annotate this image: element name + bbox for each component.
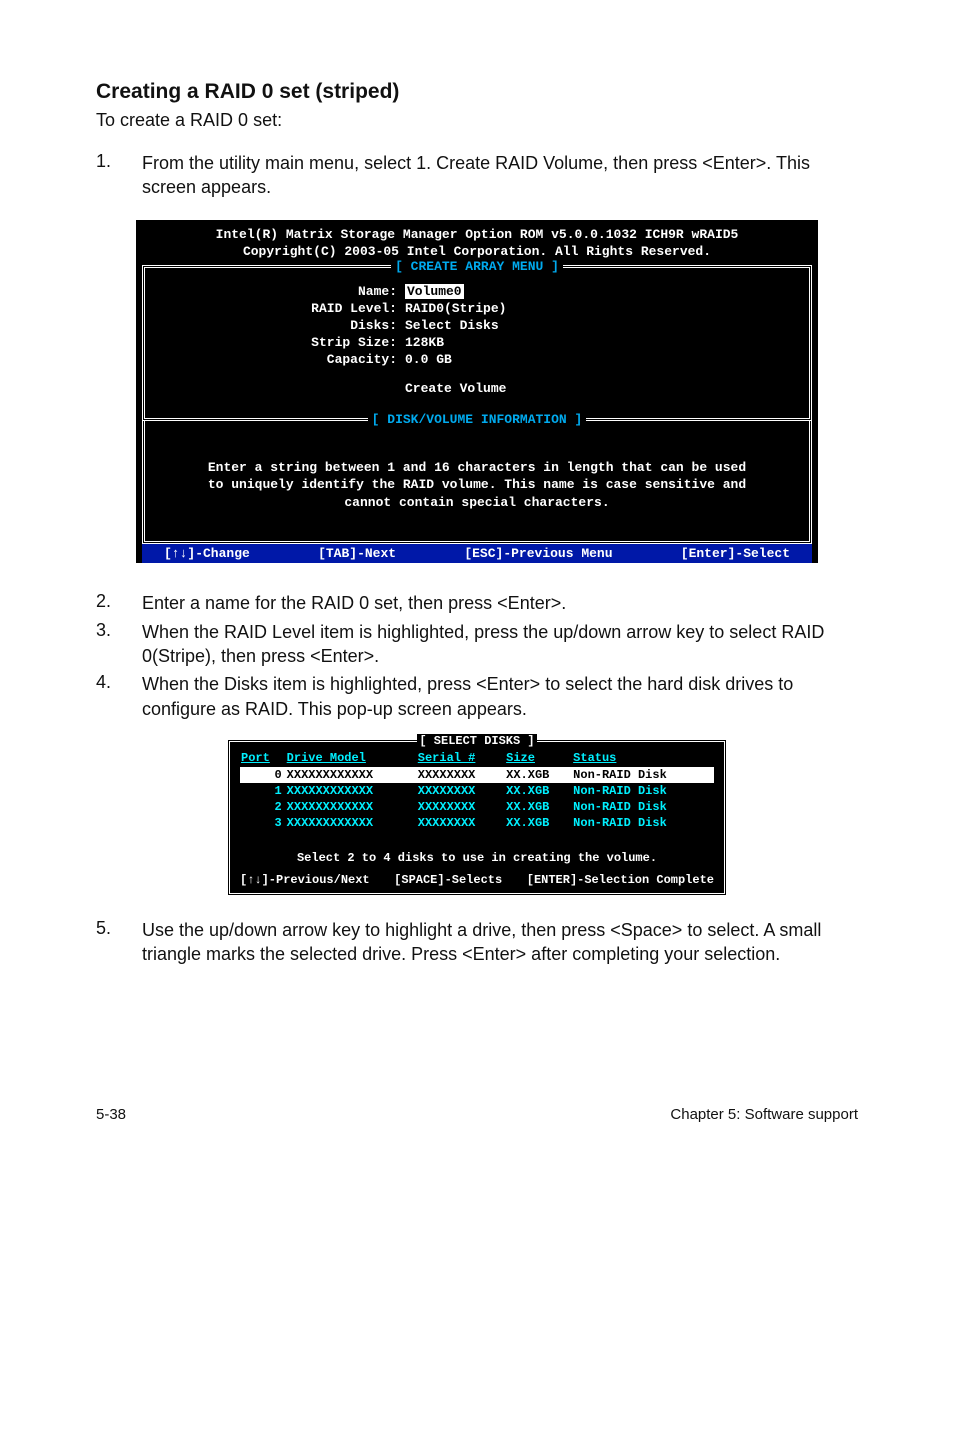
step-number: 2. xyxy=(96,591,142,615)
create-array-panel: [ CREATE ARRAY MENU ] Name: Volume0 RAID… xyxy=(142,265,812,421)
disk-row: 1 XXXXXXXXXXXX XXXXXXXX XX.XGB Non-RAID … xyxy=(240,783,714,799)
step-4: 4. When the Disks item is highlighted, p… xyxy=(96,672,858,721)
section-heading: Creating a RAID 0 set (striped) xyxy=(96,80,858,104)
step-text: Enter a name for the RAID 0 set, then pr… xyxy=(142,591,858,615)
select-disks-footer: [↑↓]-Previous/Next [SPACE]-Selects [ENTE… xyxy=(240,873,714,889)
cell-model: XXXXXXXXXXXX xyxy=(286,799,417,815)
chapter-label: Chapter 5: Software support xyxy=(670,1106,858,1123)
cell-status: Non-RAID Disk xyxy=(572,815,714,831)
label-capacity: Capacity: xyxy=(145,352,405,367)
col-size: Size xyxy=(505,750,572,767)
col-port: Port xyxy=(240,750,286,767)
section-intro: To create a RAID 0 set: xyxy=(96,110,858,131)
cell-size: XX.XGB xyxy=(505,783,572,799)
footer-key-change: [↑↓]-Change xyxy=(164,546,250,561)
cell-size: XX.XGB xyxy=(505,815,572,831)
col-status: Status xyxy=(572,750,714,767)
value-name: Volume0 xyxy=(405,284,464,299)
cell-size: XX.XGB xyxy=(505,767,572,783)
panel-title: [ SELECT DISKS ] xyxy=(417,734,536,748)
footer-key-space: [SPACE]-Selects xyxy=(394,873,502,887)
disk-volume-info-panel: [ DISK/VOLUME INFORMATION ] Enter a stri… xyxy=(142,421,812,545)
col-serial: Serial # xyxy=(417,750,505,767)
info-line: to uniquely identify the RAID volume. Th… xyxy=(155,476,799,494)
bios-select-disks-screenshot: [ SELECT DISKS ] Port Drive Model Serial… xyxy=(227,739,727,896)
cell-serial: XXXXXXXX xyxy=(417,815,505,831)
col-model: Drive Model xyxy=(286,750,417,767)
step-number: 3. xyxy=(96,620,142,669)
step-number: 5. xyxy=(96,918,142,967)
cell-status: Non-RAID Disk xyxy=(572,767,714,783)
value-strip-size: 128KB xyxy=(405,335,785,350)
footer-key-prev: [↑↓]-Previous/Next xyxy=(240,873,370,887)
cell-port: 1 xyxy=(240,783,286,799)
cell-serial: XXXXXXXX xyxy=(417,767,505,783)
cell-model: XXXXXXXXXXXX xyxy=(286,783,417,799)
info-line: cannot contain special characters. xyxy=(155,494,799,512)
value-raid-level: RAID0(Stripe) xyxy=(405,301,785,316)
disk-row-selected: 0 XXXXXXXXXXXX XXXXXXXX XX.XGB Non-RAID … xyxy=(240,767,714,783)
cell-model: XXXXXXXXXXXX xyxy=(286,767,417,783)
cell-status: Non-RAID Disk xyxy=(572,783,714,799)
footer-key-tab: [TAB]-Next xyxy=(318,546,396,561)
step-2: 2. Enter a name for the RAID 0 set, then… xyxy=(96,591,858,615)
panel-title: [ CREATE ARRAY MENU ] xyxy=(391,259,563,274)
label-strip-size: Strip Size: xyxy=(145,335,405,350)
cell-serial: XXXXXXXX xyxy=(417,799,505,815)
footer-key-esc: [ESC]-Previous Menu xyxy=(464,546,612,561)
step-text: When the RAID Level item is highlighted,… xyxy=(142,620,858,669)
bios-create-array-screenshot: Intel(R) Matrix Storage Manager Option R… xyxy=(136,220,818,564)
cell-status: Non-RAID Disk xyxy=(572,799,714,815)
cell-serial: XXXXXXXX xyxy=(417,783,505,799)
footer-key-enter: [Enter]-Select xyxy=(681,546,790,561)
select-disks-note: Select 2 to 4 disks to use in creating t… xyxy=(240,831,714,873)
disk-row: 2 XXXXXXXXXXXX XXXXXXXX XX.XGB Non-RAID … xyxy=(240,799,714,815)
select-disks-panel: [ SELECT DISKS ] Port Drive Model Serial… xyxy=(227,739,727,896)
footer-key-enter: [ENTER]-Selection Complete xyxy=(527,873,714,887)
panel-title: [ DISK/VOLUME INFORMATION ] xyxy=(368,412,587,427)
label-name: Name: xyxy=(145,284,405,299)
step-5: 5. Use the up/down arrow key to highligh… xyxy=(96,918,858,967)
cell-port: 2 xyxy=(240,799,286,815)
bios-footer-bar: [↑↓]-Change [TAB]-Next [ESC]-Previous Me… xyxy=(142,544,812,563)
cell-model: XXXXXXXXXXXX xyxy=(286,815,417,831)
info-line: Enter a string between 1 and 16 characte… xyxy=(155,459,799,477)
cell-port: 3 xyxy=(240,815,286,831)
value-disks: Select Disks xyxy=(405,318,785,333)
value-capacity: 0.0 GB xyxy=(405,352,785,367)
page-footer: 5-38 Chapter 5: Software support xyxy=(96,1106,858,1123)
label-disks: Disks: xyxy=(145,318,405,333)
step-number: 4. xyxy=(96,672,142,721)
step-text: From the utility main menu, select 1. Cr… xyxy=(142,151,858,200)
step-text: When the Disks item is highlighted, pres… xyxy=(142,672,858,721)
step-1: 1. From the utility main menu, select 1.… xyxy=(96,151,858,200)
create-volume-action: Create Volume xyxy=(145,367,809,410)
cell-port: 0 xyxy=(240,767,286,783)
step-3: 3. When the RAID Level item is highlight… xyxy=(96,620,858,669)
disks-table: Port Drive Model Serial # Size Status 0 … xyxy=(240,750,714,831)
bios-banner-line: Intel(R) Matrix Storage Manager Option R… xyxy=(136,226,818,244)
step-number: 1. xyxy=(96,151,142,200)
page-number: 5-38 xyxy=(96,1106,126,1123)
label-raid-level: RAID Level: xyxy=(145,301,405,316)
disk-row: 3 XXXXXXXXXXXX XXXXXXXX XX.XGB Non-RAID … xyxy=(240,815,714,831)
step-text: Use the up/down arrow key to highlight a… xyxy=(142,918,858,967)
cell-size: XX.XGB xyxy=(505,799,572,815)
